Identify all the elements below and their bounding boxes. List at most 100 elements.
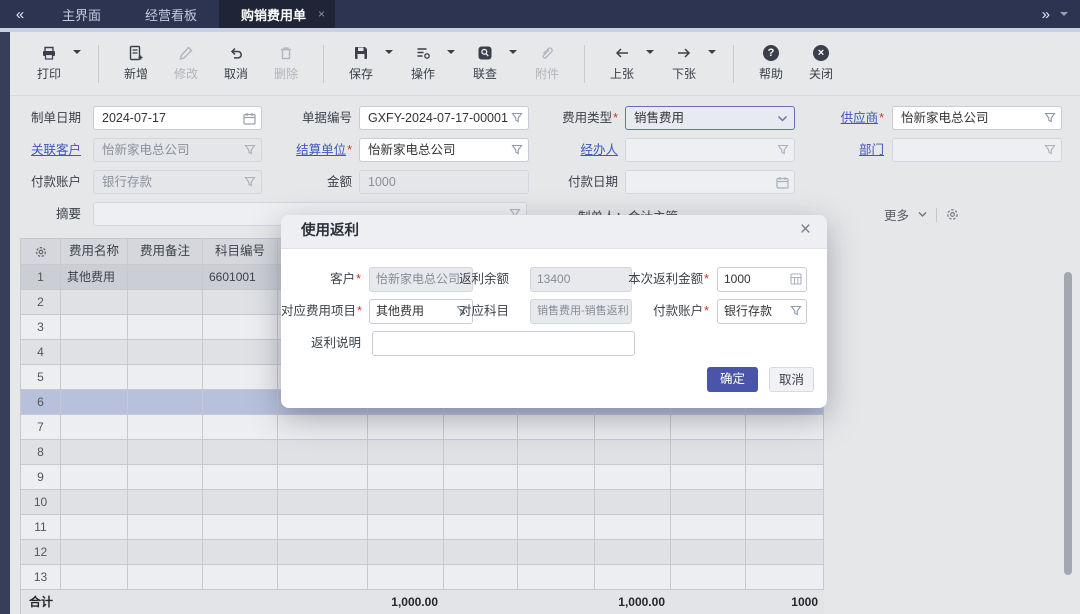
table-cell [595, 565, 671, 590]
table-cell [671, 540, 746, 565]
table-cell: 8 [21, 440, 61, 465]
table-cell [595, 540, 671, 565]
department-input[interactable] [892, 138, 1062, 162]
table-cell [203, 465, 278, 490]
pay-date-input[interactable] [625, 170, 795, 194]
more-button[interactable]: 更多 [884, 205, 909, 224]
table-cell [203, 415, 278, 440]
table-cell [444, 440, 518, 465]
new-button[interactable]: 新增 [111, 38, 161, 90]
table-cell: 3 [21, 315, 61, 340]
amount-input: 1000 [359, 170, 529, 194]
table-cell [746, 465, 824, 490]
table-row[interactable]: 12 [21, 540, 824, 565]
tab-dashboard[interactable]: 经营看板 [123, 0, 219, 28]
table-cell [203, 515, 278, 540]
supplier-input[interactable]: 怡新家电总公司 [892, 106, 1062, 130]
operations-button[interactable]: 操作 [398, 38, 448, 90]
dropdown-caret-icon[interactable] [385, 50, 393, 54]
expense-item-label: 对应费用项目* [281, 299, 361, 324]
table-row[interactable]: 10 [21, 490, 824, 515]
linked-query-button[interactable]: 联查 [460, 38, 510, 90]
table-cell: 1,000.00 [595, 590, 671, 614]
print-button[interactable]: 打印 [24, 38, 74, 90]
settle-unit-input[interactable]: 怡新家电总公司 [359, 138, 529, 162]
table-cell [128, 540, 203, 565]
next-button[interactable]: 下张 [659, 38, 709, 90]
modify-button: 修改 [161, 38, 211, 90]
gear-icon[interactable] [945, 207, 960, 222]
table-cell [61, 565, 128, 590]
gear-icon[interactable] [34, 245, 48, 259]
table-cell [518, 565, 595, 590]
dialog-pay-account-input[interactable]: 银行存款 [717, 299, 807, 324]
settle-unit-label[interactable]: 结算单位* [280, 138, 352, 162]
table-cell [746, 490, 824, 515]
related-customer-label[interactable]: 关联客户 [10, 138, 81, 162]
tab-main[interactable]: 主界面 [40, 0, 123, 28]
rebate-amount-input[interactable]: 1000 [717, 267, 807, 292]
table-cell [61, 540, 128, 565]
paperclip-icon [539, 45, 555, 61]
filter-icon [244, 176, 256, 188]
doc-no-input[interactable]: GXFY-2024-07-17-00001 [359, 106, 529, 130]
attachment-button: 附件 [522, 38, 572, 90]
table-cell [746, 415, 824, 440]
table-cell [203, 565, 278, 590]
table-cell [278, 590, 368, 614]
table-cell [368, 565, 444, 590]
save-button[interactable]: 保存 [336, 38, 386, 90]
dropdown-caret-icon[interactable] [708, 50, 716, 54]
column-header: 费用名称 [61, 239, 128, 265]
table-settings-cell[interactable] [21, 239, 61, 265]
handler-input[interactable] [625, 138, 795, 162]
more-menu: 更多 [884, 205, 960, 224]
table-row[interactable]: 9 [21, 465, 824, 490]
arrow-left-icon [614, 45, 630, 61]
table-cell [61, 290, 128, 315]
table-cell [203, 290, 278, 315]
table-cell [128, 515, 203, 540]
table-cell: 7 [21, 415, 61, 440]
edit-pencil-icon [178, 45, 194, 61]
expense-type-select[interactable]: 销售费用 [625, 106, 795, 130]
help-icon: ? [763, 45, 779, 61]
chevron-down-icon[interactable] [1060, 12, 1068, 16]
department-label[interactable]: 部门 [810, 138, 884, 162]
calendar-icon [243, 112, 256, 125]
related-customer-input: 怡新家电总公司 [93, 138, 262, 162]
table-cell [128, 290, 203, 315]
make-date-input[interactable]: 2024-07-17 [93, 106, 262, 130]
help-button[interactable]: ? 帮助 [746, 38, 796, 90]
confirm-button[interactable]: 确定 [707, 367, 758, 392]
supplier-label[interactable]: 供应商* [810, 106, 884, 130]
table-row[interactable]: 13 [21, 565, 824, 590]
table-row[interactable]: 8 [21, 440, 824, 465]
table-cell [128, 590, 203, 614]
pay-account-input: 银行存款 [93, 170, 262, 194]
dropdown-caret-icon[interactable] [646, 50, 654, 54]
rebate-note-input[interactable] [372, 331, 635, 356]
handler-label[interactable]: 经办人 [545, 138, 618, 162]
table-cell [746, 540, 824, 565]
dropdown-caret-icon[interactable] [509, 50, 517, 54]
tab-close-icon[interactable]: × [318, 7, 325, 21]
cancel-button[interactable]: 取消 [211, 38, 261, 90]
pay-account-label: 付款账户 [10, 170, 81, 194]
dialog-cancel-button[interactable]: 取消 [769, 367, 814, 392]
dropdown-caret-icon[interactable] [447, 50, 455, 54]
table-cell: 6601001 [203, 265, 278, 290]
collapse-sidebar-icon[interactable]: « [0, 0, 40, 28]
previous-button[interactable]: 上张 [597, 38, 647, 90]
tab-expense-form[interactable]: 购销费用单 × [219, 0, 335, 28]
doc-no-label: 单据编号 [280, 106, 352, 130]
close-button[interactable]: × 关闭 [796, 38, 846, 90]
expand-icon[interactable]: » [1042, 6, 1050, 23]
table-row[interactable]: 11 [21, 515, 824, 540]
vertical-scrollbar[interactable] [1064, 272, 1072, 575]
table-row[interactable]: 7 [21, 415, 824, 440]
table-cell [671, 440, 746, 465]
chevron-down-icon[interactable] [917, 209, 928, 220]
dialog-close-icon[interactable]: × [800, 219, 811, 241]
dropdown-caret-icon[interactable] [73, 50, 81, 54]
